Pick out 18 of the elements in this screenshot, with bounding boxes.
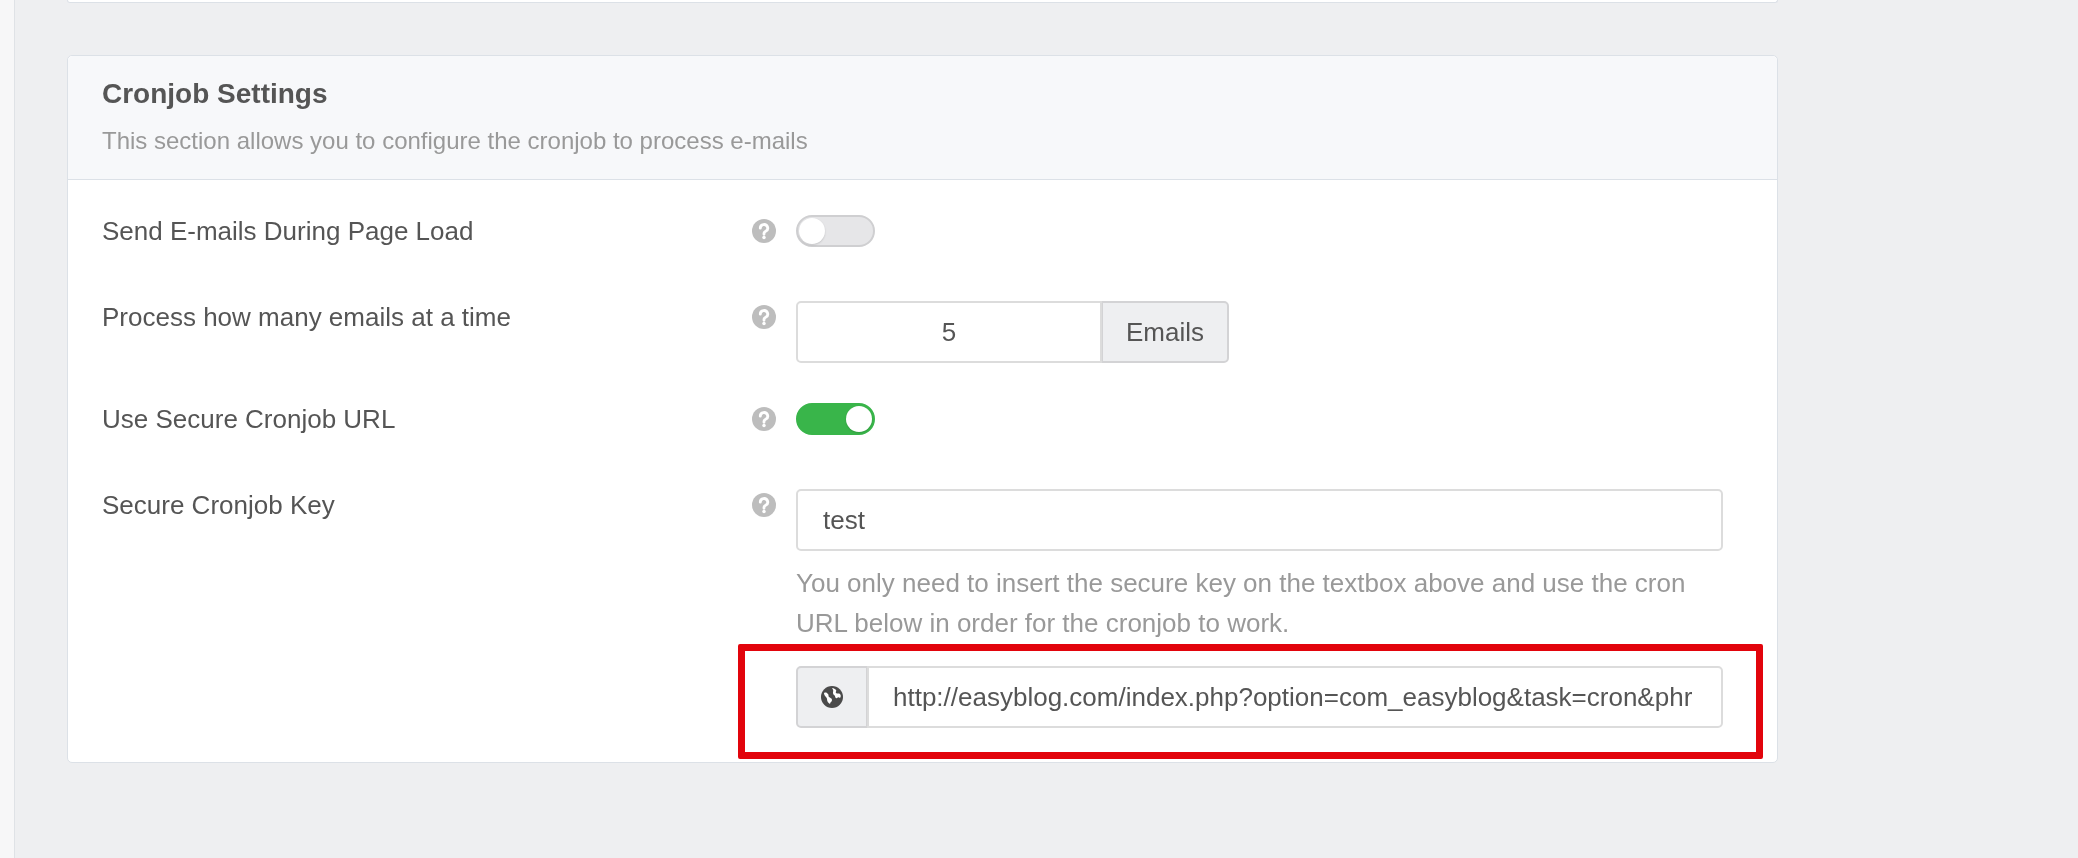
key-input[interactable]: test (796, 489, 1723, 551)
unit-addon: Emails (1101, 301, 1229, 363)
setting-label: Secure Cronjob Key (102, 489, 336, 521)
section-description: This section allows you to configure the cronjob to process e-mails (102, 126, 809, 156)
toggle-switch[interactable] (796, 215, 875, 247)
url-field[interactable]: http://easyblog.com/index.php?option=com_easyblog&task=cron&phr (867, 666, 1723, 728)
help-text: You only need to insert the secure key on the textbox above and use the cron URL below in order for the cronjob to work. (796, 567, 1687, 640)
setting-label: Use Secure Cronjob URL (102, 403, 397, 435)
setting-label: Send E-mails During Page Load (102, 215, 475, 247)
help-icon[interactable] (752, 493, 776, 517)
section-title: Cronjob Settings (102, 77, 329, 111)
setting-label: Process how many emails at a time (102, 301, 512, 333)
help-icon[interactable] (752, 305, 776, 329)
globe-icon (821, 686, 843, 708)
help-icon[interactable] (752, 219, 776, 243)
help-icon[interactable] (752, 407, 776, 431)
number-input[interactable]: 5 (796, 301, 1102, 363)
toggle-switch[interactable] (796, 403, 875, 435)
